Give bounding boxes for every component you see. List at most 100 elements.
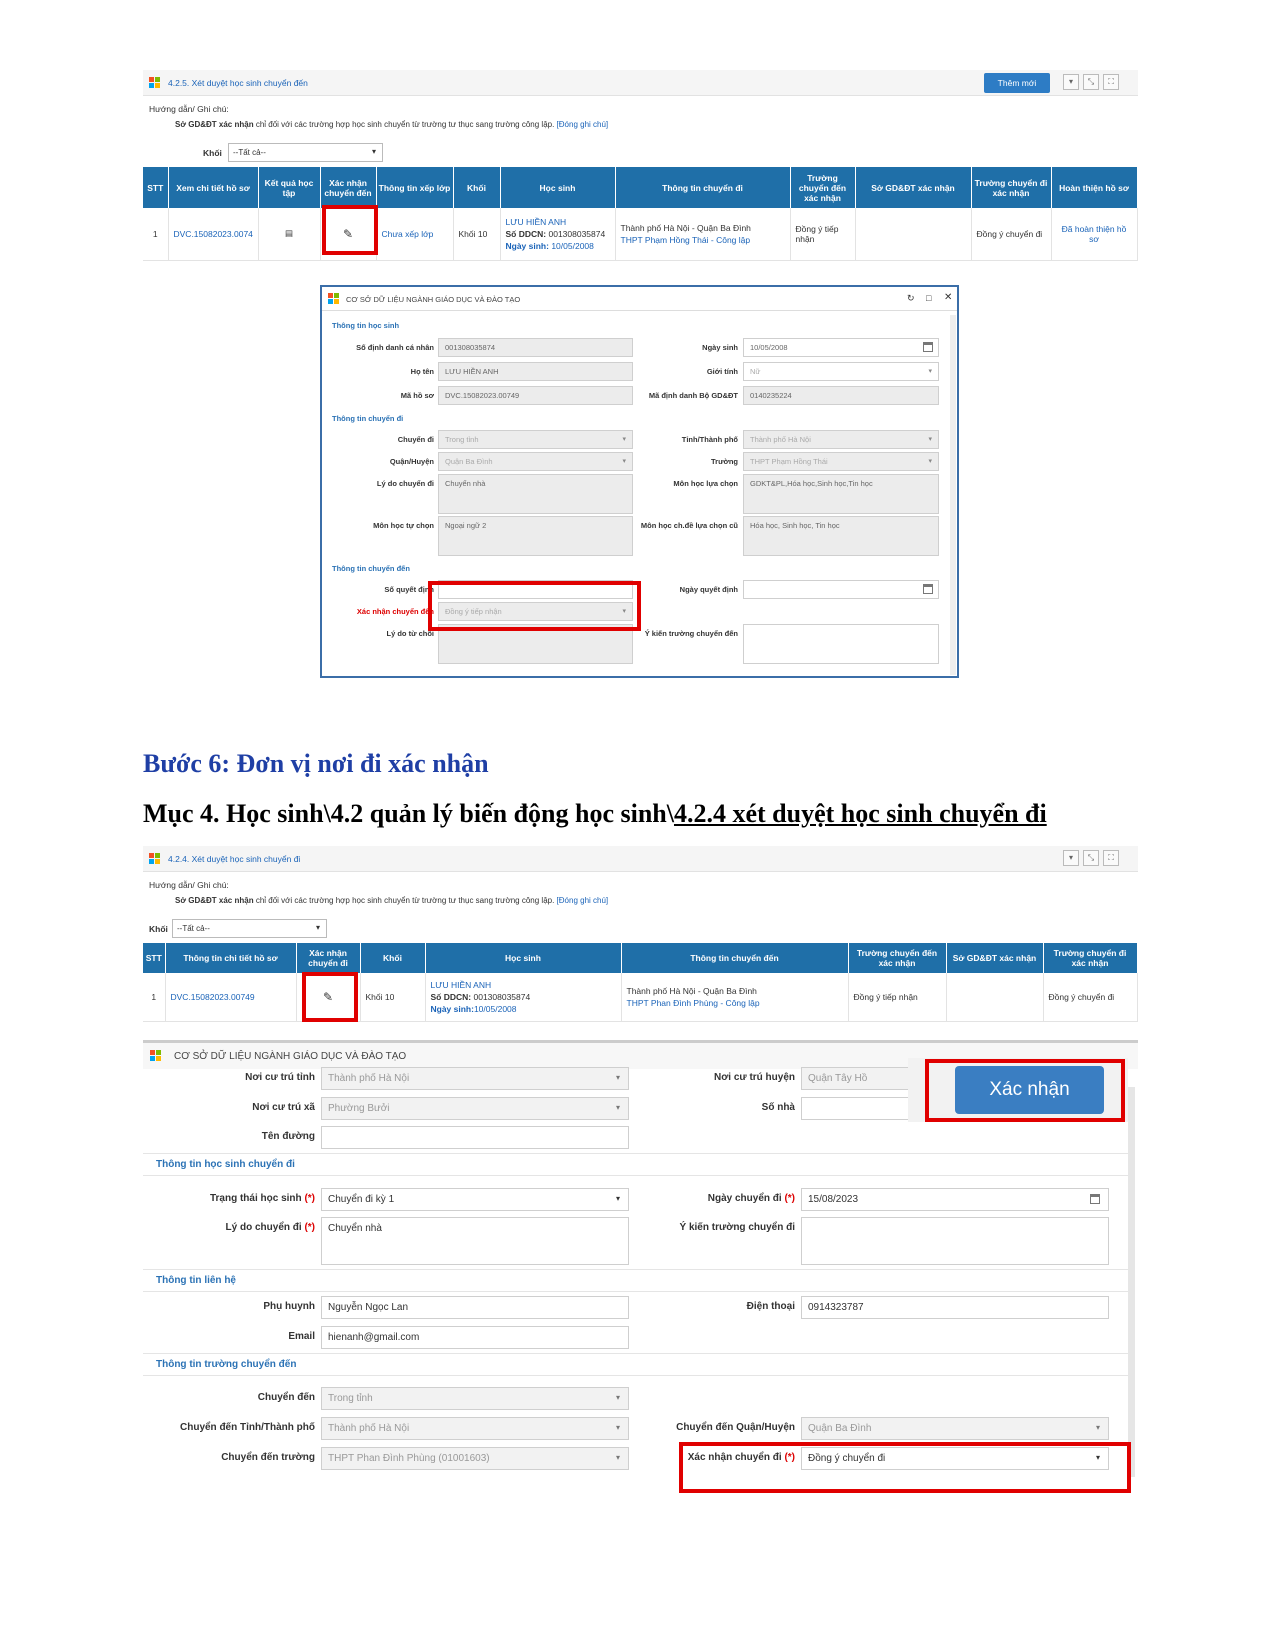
maximize-icon[interactable]: □ xyxy=(926,293,931,303)
th-stt: STT xyxy=(143,943,166,973)
section-dest: Thông tin trường chuyển đến xyxy=(156,1359,297,1370)
calendar-icon[interactable] xyxy=(923,342,933,352)
reason-textarea[interactable]: Chuyển nhà xyxy=(321,1217,629,1265)
ward-select[interactable]: Phường Bưởi ▾ xyxy=(321,1097,629,1120)
id-field[interactable]: 001308035874 xyxy=(438,338,633,357)
scrollbar[interactable] xyxy=(1128,1087,1135,1477)
dob-value: 10/05/2008 xyxy=(473,1003,517,1014)
subjects-textarea[interactable]: GDKT&PL,Hóa học,Sinh học,Tin học xyxy=(743,474,939,514)
grade-filter-select[interactable]: --Tất cả-- ▾ xyxy=(228,143,383,162)
student-name[interactable]: LƯU HIỀN ANH xyxy=(431,979,616,991)
student-name[interactable]: LƯU HIỀN ANH xyxy=(506,216,610,228)
row-stt: 1 xyxy=(143,973,166,1022)
moe-id-field[interactable]: 0140235224 xyxy=(743,386,939,405)
move-type-select[interactable]: Trong tỉnh ▾ xyxy=(438,430,633,449)
chevron-down-icon[interactable]: ▾ xyxy=(1063,74,1079,90)
self-subject-textarea[interactable]: Ngoại ngữ 2 xyxy=(438,516,633,556)
chevron-down-icon[interactable]: ▾ xyxy=(1063,850,1079,866)
refresh-icon[interactable]: ↻ xyxy=(907,293,915,304)
windows-logo-icon xyxy=(150,1050,162,1062)
label-status: Trạng thái học sinh (*) xyxy=(209,1193,315,1204)
house-no-field[interactable] xyxy=(801,1097,911,1120)
minimize-icon[interactable]: ⤡ xyxy=(1083,850,1099,866)
windows-logo-icon xyxy=(149,77,161,89)
label-self-subject: Môn học tự chọn xyxy=(373,521,434,530)
so-confirm xyxy=(855,208,972,261)
minimize-icon[interactable]: ⤡ xyxy=(1083,74,1099,90)
reason-textarea[interactable]: Chuyển nhà xyxy=(438,474,633,514)
th-student: Học sinh xyxy=(425,943,622,973)
label-move-to: Chuyển đến xyxy=(257,1392,315,1403)
move-date-field[interactable]: 15/08/2023 xyxy=(801,1188,1109,1211)
complete-link[interactable]: Đã hoàn thiện hồ sơ xyxy=(1051,208,1138,261)
th-src-confirm: Trường chuyển đi xác nhận xyxy=(1043,943,1138,973)
label-school-opinion: Ý kiến trường chuyển đi xyxy=(679,1222,795,1233)
from-line2: THPT Phạm Hồng Thái - Công lập xyxy=(620,234,751,245)
th-stt: STT xyxy=(143,167,169,208)
maximize-icon[interactable]: ⛶ xyxy=(1103,850,1119,866)
th-class: Thông tin xếp lớp xyxy=(376,167,454,208)
label-to-school: Chuyển đến trường xyxy=(221,1452,315,1463)
status-select[interactable]: Chuyển đi kỳ 1 ▾ xyxy=(321,1188,629,1211)
chevron-down-icon: ▾ xyxy=(615,1073,620,1082)
chevron-down-icon: ▾ xyxy=(615,1423,620,1432)
school-select[interactable]: THPT Phạm Hồng Thái ▾ xyxy=(743,452,939,471)
to-school-select[interactable]: THPT Phan Đình Phùng (01001603) ▾ xyxy=(321,1447,629,1470)
grade-filter-select[interactable]: --Tất cả-- ▾ xyxy=(172,919,327,938)
row-code-link[interactable]: DVC.15082023.0074 xyxy=(168,208,259,261)
add-new-button[interactable]: Thêm mới xyxy=(984,73,1050,93)
email-field[interactable]: hienanh@gmail.com xyxy=(321,1326,629,1349)
highlight-box xyxy=(679,1442,1131,1493)
th-from: Thông tin chuyển đi xyxy=(615,167,791,208)
section-transfer-out: Thông tin chuyển đi xyxy=(332,414,404,423)
row-class-link[interactable]: Chưa xếp lớp xyxy=(376,208,454,261)
district-select[interactable]: Quận Tây Hồ xyxy=(801,1067,911,1090)
ddcn-value: 001308035874 xyxy=(473,991,531,1002)
scrollbar[interactable] xyxy=(950,315,956,675)
move-to-select[interactable]: Trong tỉnh ▾ xyxy=(321,1387,629,1410)
row-code-link[interactable]: DVC.15082023.00749 xyxy=(165,973,297,1022)
file-code-field[interactable]: DVC.15082023.00749 xyxy=(438,386,633,405)
province-select[interactable]: Thành phố Hà Nội ▾ xyxy=(743,430,939,449)
province-select[interactable]: Thành phố Hà Nội ▾ xyxy=(321,1067,629,1090)
label-reason: Lý do chuyển đi (*) xyxy=(225,1222,315,1233)
label-to-district: Chuyển đến Quận/Huyện xyxy=(676,1422,795,1433)
th-grade: Khối xyxy=(360,943,426,973)
dob-field[interactable]: 10/05/2008 xyxy=(743,338,939,357)
decision-date-field[interactable] xyxy=(743,580,939,599)
gender-select[interactable]: Nữ ▾ xyxy=(743,362,939,381)
maximize-icon[interactable]: ⛶ xyxy=(1103,74,1119,90)
close-icon[interactable]: ✕ xyxy=(944,292,952,303)
calendar-icon[interactable] xyxy=(923,584,933,594)
guide-text: chỉ đối với các trường hợp học sinh chuy… xyxy=(255,120,555,129)
guide-close-link[interactable]: [Đóng ghi chú] xyxy=(557,896,609,905)
dob-value: 10/05/2008 xyxy=(551,240,594,251)
parent-field[interactable]: Nguyễn Ngọc Lan xyxy=(321,1296,629,1319)
chevron-down-icon: ▾ xyxy=(622,436,626,443)
filter-label: Khối xyxy=(149,924,168,934)
school-opinion-textarea[interactable] xyxy=(743,624,939,664)
chevron-down-icon: ▾ xyxy=(315,923,320,932)
district-select[interactable]: Quận Ba Đình ▾ xyxy=(438,452,633,471)
label-gender: Giới tính xyxy=(706,367,738,376)
topic-subjects-textarea[interactable]: Hóa học, Sinh học, Tin học xyxy=(743,516,939,556)
label-file-code: Mã hồ sơ xyxy=(400,391,434,400)
street-field[interactable] xyxy=(321,1126,629,1149)
table-row: 1 DVC.15082023.00749 ✎ Khối 10 LƯU HIỀN … xyxy=(143,973,1138,1022)
to-district-select[interactable]: Quận Ba Đình ▾ xyxy=(801,1417,1109,1440)
document-icon[interactable]: ▤ xyxy=(258,208,321,261)
name-field[interactable]: LƯU HIỀN ANH xyxy=(438,362,633,381)
section-student: Thông tin học sinh xyxy=(332,321,400,330)
phone-field[interactable]: 0914323787 xyxy=(801,1296,1109,1319)
src-confirm: Đồng ý chuyển đi xyxy=(1043,973,1138,1022)
to-province-select[interactable]: Thành phố Hà Nội ▾ xyxy=(321,1417,629,1440)
label-parent: Phụ huynh xyxy=(263,1301,315,1312)
row-stt: 1 xyxy=(143,208,169,261)
calendar-icon[interactable] xyxy=(1090,1194,1100,1204)
chevron-down-icon: ▾ xyxy=(622,458,626,465)
guide-label: Hướng dẫn/ Ghi chú: xyxy=(149,880,229,890)
school-opinion-textarea[interactable] xyxy=(801,1217,1109,1265)
chevron-down-icon: ▾ xyxy=(928,368,932,375)
chevron-down-icon: ▾ xyxy=(615,1393,620,1402)
guide-close-link[interactable]: [Đóng ghi chú] xyxy=(557,120,609,129)
